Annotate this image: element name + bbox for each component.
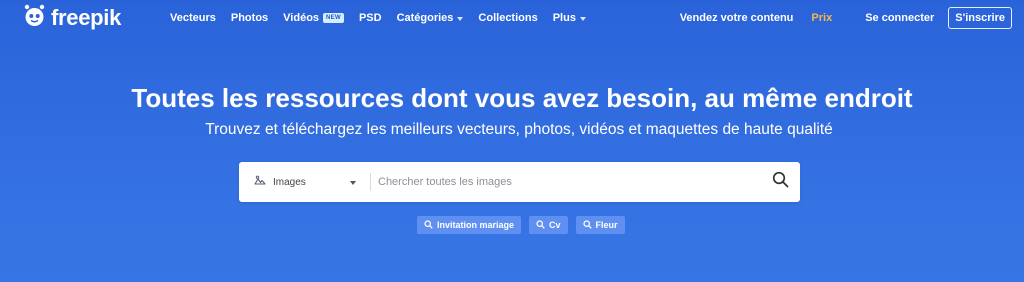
search-icon [772,171,789,193]
nav-item-label: Vidéos [283,12,320,24]
nav-item-videos[interactable]: Vidéos NEW [283,12,344,24]
new-badge: NEW [323,13,344,23]
nav-item-plus[interactable]: Plus [553,12,586,24]
search-icon [424,219,433,231]
nav-item-label: PSD [358,12,382,24]
nav-item-vecteurs[interactable]: Vecteurs [170,12,216,24]
pricing-link[interactable]: Prix [811,12,832,24]
nav-item-label: Collections [478,12,538,24]
signup-button[interactable]: S'inscrire [948,7,1012,29]
nav-item-categories[interactable]: Catégories [397,12,464,24]
nav-item-label: Vecteurs [170,12,216,24]
chevron-down-icon [579,16,586,21]
hero-subtitle: Trouvez et téléchargez les meilleurs vec… [205,121,833,138]
chevron-down-icon [457,16,464,21]
freepik-logo[interactable]: freepik [22,4,122,33]
search-bar: Images [239,162,800,202]
search-icon [582,219,592,231]
top-navbar: freepik Vecteurs Photos Vidéos NEW PSD C… [0,0,1024,36]
brand-name: freepik [51,5,122,30]
suggestion-label: Cv [549,220,561,230]
nav-item-label: Photos [230,12,269,24]
freepik-logo-icon [22,4,47,33]
nav-item-psd[interactable]: PSD [359,12,382,24]
search-type-select[interactable]: Images [239,162,370,202]
sell-content-link[interactable]: Vendez votre contenu [680,12,794,24]
suggestion-label: Invitation mariage [437,220,515,230]
suggestion-tag-fleur[interactable]: Fleur [575,216,625,234]
images-icon [254,173,266,191]
login-link[interactable]: Se connecter [865,12,934,24]
search-button[interactable] [760,162,800,202]
suggestion-label: Fleur [595,220,618,230]
suggested-searches: Invitation mariage Cv Fleur [417,216,625,234]
account-nav: Vendez votre contenu Prix Se connecter S… [680,0,1012,36]
nav-item-label: Plus [552,12,576,24]
main-nav: Vecteurs Photos Vidéos NEW PSD Catégorie… [170,0,601,36]
nav-item-label: Catégories [396,12,454,24]
search-icon [536,219,545,231]
nav-item-photos[interactable]: Photos [231,12,268,24]
suggestion-tag-invitation-mariage[interactable]: Invitation mariage [417,216,522,234]
search-input[interactable] [371,162,760,202]
hero-title: Toutes les ressources dont vous avez bes… [131,83,913,113]
nav-item-collections[interactable]: Collections [478,12,537,24]
chevron-down-icon [350,181,356,185]
suggestion-tag-cv[interactable]: Cv [529,216,568,234]
search-type-label: Images [273,176,306,188]
